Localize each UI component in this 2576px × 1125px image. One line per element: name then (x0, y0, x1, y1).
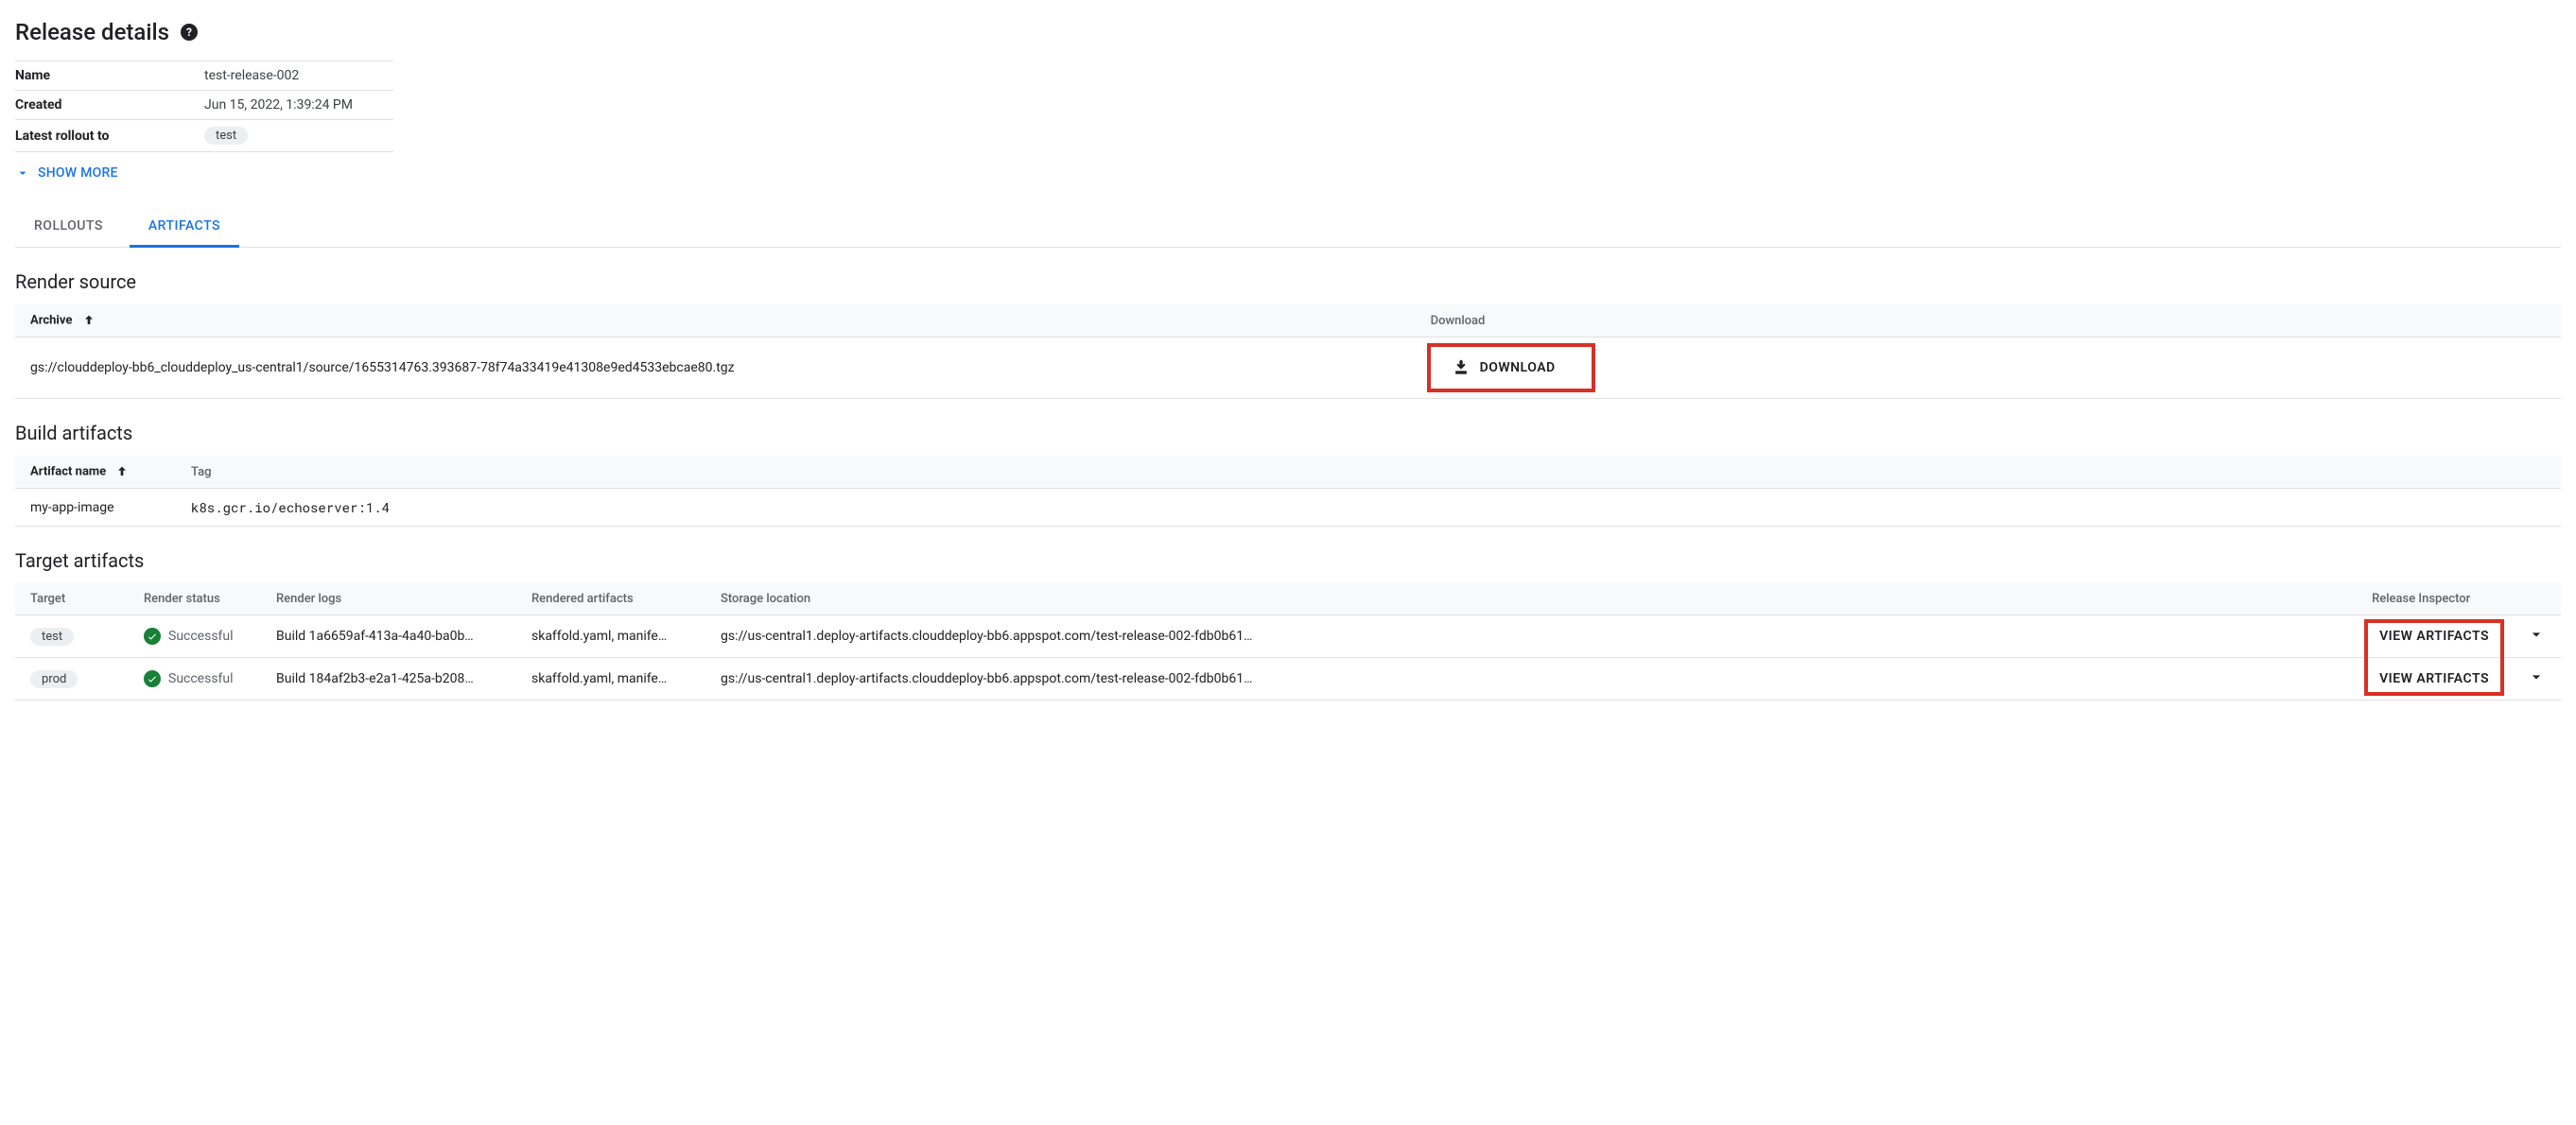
col-target[interactable]: Target (15, 583, 129, 615)
rendered-artifacts: skaffold.yaml, manife… (516, 615, 705, 658)
col-artifact-name[interactable]: Artifact name (15, 456, 176, 489)
target-chip: prod (30, 670, 78, 688)
view-artifacts-button[interactable]: VIEW ARTIFACTS (2372, 667, 2497, 690)
success-icon (144, 670, 161, 687)
show-more-label: SHOW MORE (38, 165, 118, 181)
render-status: Successful (144, 628, 234, 645)
col-archive-label: Archive (30, 313, 72, 327)
page-title: Release details (15, 19, 169, 45)
col-release-inspector: Release Inspector (2357, 583, 2512, 615)
sort-arrow-up-icon (81, 313, 96, 328)
render-status-label: Successful (168, 629, 234, 644)
table-row: my-app-image k8s.gcr.io/echoserver:1.4 (15, 489, 2561, 527)
detail-key: Latest rollout to (15, 120, 204, 152)
download-icon (1452, 358, 1471, 377)
col-tag: Tag (176, 456, 2561, 489)
tab-artifacts[interactable]: ARTIFACTS (130, 207, 239, 248)
col-render-logs[interactable]: Render logs (261, 583, 516, 615)
table-row: test Successful Build 1a6659af-413a-4a40… (15, 615, 2561, 658)
chevron-down-icon (2527, 625, 2546, 644)
detail-row: Name test-release-002 (15, 61, 393, 91)
detail-key: Name (15, 61, 204, 91)
expand-row-button[interactable] (2527, 667, 2546, 686)
detail-value: test-release-002 (204, 61, 393, 91)
target-chip: test (30, 628, 74, 646)
render-logs: Build 1a6659af-413a-4a40-ba0b… (261, 615, 516, 658)
download-highlight: DOWNLOAD (1431, 347, 1592, 389)
target-artifacts-table: Target Render status Render logs Rendere… (15, 583, 2561, 701)
view-artifacts-button[interactable]: VIEW ARTIFACTS (2372, 625, 2497, 648)
archive-path: gs://clouddeploy-bb6_clouddeploy_us-cent… (15, 338, 1416, 399)
storage-location: gs://us-central1.deploy-artifacts.cloudd… (705, 615, 2357, 658)
artifact-name: my-app-image (15, 489, 176, 527)
download-label: DOWNLOAD (1480, 360, 1556, 375)
render-source-table: Archive Download gs://clouddeploy-bb6_cl… (15, 304, 2561, 399)
storage-location: gs://us-central1.deploy-artifacts.cloudd… (705, 658, 2357, 701)
rendered-artifacts: skaffold.yaml, manife… (516, 658, 705, 701)
artifact-tag: k8s.gcr.io/echoserver:1.4 (176, 489, 2561, 527)
detail-key: Created (15, 91, 204, 120)
tab-rollouts[interactable]: ROLLOUTS (15, 207, 122, 247)
detail-value: Jun 15, 2022, 1:39:24 PM (204, 91, 393, 120)
expand-row-button[interactable] (2527, 625, 2546, 644)
tabs: ROLLOUTS ARTIFACTS (15, 207, 2561, 248)
success-icon (144, 628, 161, 645)
col-artifact-name-label: Artifact name (30, 464, 106, 478)
table-row: gs://clouddeploy-bb6_clouddeploy_us-cent… (15, 338, 2561, 399)
target-chip: test (204, 127, 248, 145)
detail-row: Latest rollout to test (15, 120, 393, 152)
help-icon[interactable]: ? (181, 24, 198, 41)
section-title-render-source: Render source (15, 270, 2561, 293)
table-row: prod Successful Build 184af2b3-e2a1-425a… (15, 658, 2561, 701)
chevron-down-icon (15, 165, 30, 181)
download-button[interactable]: DOWNLOAD (1444, 355, 1563, 381)
col-render-status[interactable]: Render status (129, 583, 261, 615)
build-artifacts-table: Artifact name Tag my-app-image k8s.gcr.i… (15, 456, 2561, 527)
render-logs: Build 184af2b3-e2a1-425a-b208… (261, 658, 516, 701)
render-status: Successful (144, 670, 234, 687)
section-title-build-artifacts: Build artifacts (15, 422, 2561, 444)
release-details-table: Name test-release-002 Created Jun 15, 20… (15, 61, 393, 152)
detail-row: Created Jun 15, 2022, 1:39:24 PM (15, 91, 393, 120)
col-storage-location[interactable]: Storage location (705, 583, 2357, 615)
render-status-label: Successful (168, 671, 234, 686)
col-expand (2512, 583, 2561, 615)
col-download: Download (1416, 304, 2561, 338)
detail-value: test (204, 120, 393, 152)
chevron-down-icon (2527, 667, 2546, 686)
col-archive[interactable]: Archive (15, 304, 1416, 338)
col-rendered-artifacts[interactable]: Rendered artifacts (516, 583, 705, 615)
section-title-target-artifacts: Target artifacts (15, 549, 2561, 572)
sort-arrow-up-icon (114, 464, 130, 479)
show-more-button[interactable]: SHOW MORE (15, 165, 118, 181)
